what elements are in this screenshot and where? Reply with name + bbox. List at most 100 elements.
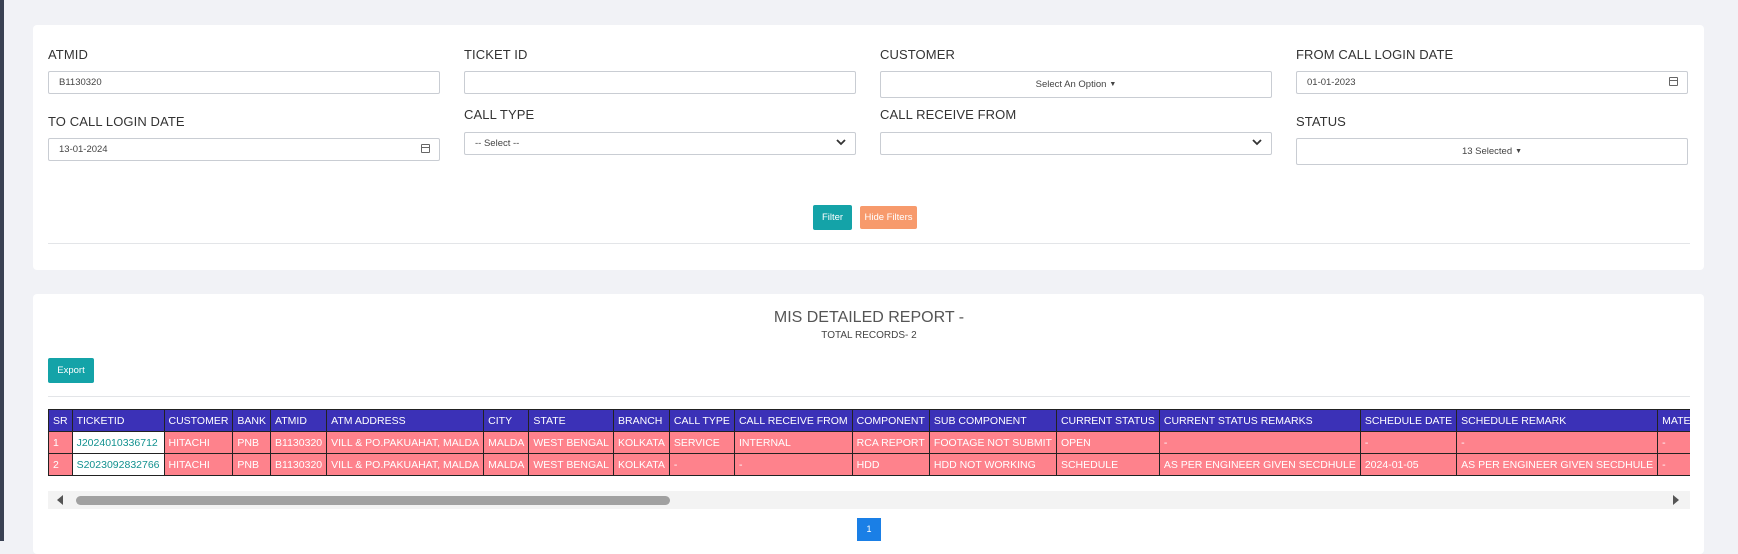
caret-down-icon: ▼ — [1109, 81, 1117, 88]
table-cell: WEST BENGAL — [528, 431, 615, 454]
column-header: CURRENT STATUS — [1055, 409, 1160, 432]
filter-divider — [48, 243, 1690, 244]
total-records: TOTAL RECORDS- 2 — [821, 330, 917, 341]
customer-group: CUSTOMER Select An Option ▼ — [880, 47, 1274, 98]
to-date-value: 13-01-2024 — [59, 144, 108, 155]
column-header: CUSTOMER — [163, 409, 234, 432]
status-group: STATUS 13 Selected ▼ — [1296, 114, 1690, 165]
table-cell: - — [1456, 431, 1659, 454]
column-header: TICKETID — [71, 409, 165, 432]
table-cell: HITACHI — [163, 453, 234, 476]
table-cell: - — [1158, 431, 1361, 454]
scroll-left-arrow-icon[interactable] — [57, 495, 63, 505]
table-cell: OPEN — [1055, 431, 1160, 454]
to-date-label: TO CALL LOGIN DATE — [48, 114, 185, 129]
table-cell: HDD NOT WORKING — [928, 453, 1057, 476]
table-cell: AS PER ENGINEER GIVEN SECDHULE — [1158, 453, 1361, 476]
table-cell: KOLKATA — [613, 453, 670, 476]
scroll-right-arrow-icon[interactable] — [1673, 495, 1679, 505]
table-cell: 2 — [48, 453, 73, 476]
table-cell: S2023092832766 — [71, 453, 165, 476]
table-cell: WEST BENGAL — [528, 453, 615, 476]
status-label: STATUS — [1296, 114, 1346, 129]
report-table: SR TICKETID CUSTOMER BANK ATMID ATM ADDRESS CI… — [48, 409, 1690, 476]
call-type-value: -- Select -- — [475, 138, 520, 149]
customer-label: CUSTOMER — [880, 47, 955, 62]
atmid-input[interactable]: B1130320 — [48, 71, 440, 94]
table-cell: SERVICE — [668, 431, 735, 454]
column-header: SCHEDULE REMARK — [1456, 409, 1659, 432]
caret-down-icon: ▼ — [1515, 148, 1523, 155]
pagination-page-1[interactable]: 1 — [857, 518, 881, 541]
table-cell: - — [1657, 453, 1690, 476]
atmid-group: ATMID B1130320 — [48, 47, 442, 94]
table-cell: SCHEDULE — [1055, 453, 1160, 476]
column-header: ATMID — [270, 409, 328, 432]
report-table-container[interactable]: SR TICKETID CUSTOMER BANK ATMID ATM ADDRESS CI… — [48, 409, 1690, 481]
table-cell: - — [1359, 431, 1458, 454]
column-header: CALL TYPE — [668, 409, 735, 432]
atmid-value: B1130320 — [59, 77, 102, 88]
table-cell: MALDA — [483, 453, 530, 476]
call-type-select[interactable]: -- Select -- — [464, 132, 856, 155]
column-header: ATM ADDRESS — [326, 409, 485, 432]
table-cell: B1130320 — [270, 431, 328, 454]
table-row: 2 S2023092832766 HITACHI PNB B1130320 VILL & … — [48, 453, 1690, 476]
ticket-link[interactable]: J2024010336712 — [77, 437, 158, 449]
table-cell: RCA REPORT — [851, 431, 930, 454]
table-cell: - — [668, 453, 735, 476]
table-cell: PNB — [232, 453, 272, 476]
column-header: CITY — [483, 409, 530, 432]
from-date-label: FROM CALL LOGIN DATE — [1296, 47, 1454, 62]
table-cell: VILL & PO.PAKUAHAT, MALDA — [326, 453, 485, 476]
table-cell: AS PER ENGINEER GIVEN SECDHULE — [1456, 453, 1659, 476]
scrollbar-thumb[interactable] — [76, 496, 670, 505]
customer-multiselect[interactable]: Select An Option ▼ — [880, 71, 1272, 98]
table-row: 1 J2024010336712 HITACHI PNB B1130320 VILL & … — [48, 431, 1690, 454]
table-cell: - — [1657, 431, 1690, 454]
from-date-value: 01-01-2023 — [1307, 77, 1356, 88]
calendar-icon[interactable] — [1669, 77, 1678, 86]
call-receive-from-select[interactable] — [880, 132, 1272, 155]
ticket-id-label: TICKET ID — [464, 47, 528, 62]
table-cell: VILL & PO.PAKUAHAT, MALDA — [326, 431, 485, 454]
left-edge-bar — [0, 0, 4, 541]
table-body: 1 J2024010336712 HITACHI PNB B1130320 VILL & … — [48, 431, 1690, 476]
table-cell: B1130320 — [270, 453, 328, 476]
column-header: CURRENT STATUS REMARKS — [1158, 409, 1361, 432]
column-header: BANK — [232, 409, 272, 432]
report-divider — [48, 396, 1690, 397]
table-cell: KOLKATA — [613, 431, 670, 454]
filter-button[interactable]: Filter — [813, 205, 852, 230]
call-receive-from-label: CALL RECEIVE FROM — [880, 107, 1017, 122]
customer-value: Select An Option — [1035, 79, 1107, 91]
ticket-link[interactable]: S2023092832766 — [77, 459, 160, 471]
table-cell: J2024010336712 — [71, 431, 165, 454]
column-header: CALL RECEIVE FROM — [733, 409, 853, 432]
table-cell: 1 — [48, 431, 73, 454]
call-type-label: CALL TYPE — [464, 107, 535, 122]
calendar-icon[interactable] — [421, 144, 430, 153]
column-header: SCHEDULE DATE — [1359, 409, 1458, 432]
export-button[interactable]: Export — [48, 358, 94, 383]
table-cell: 2024-01-05 — [1359, 453, 1458, 476]
column-header: COMPONENT — [851, 409, 930, 432]
ticket-id-input[interactable] — [464, 71, 856, 94]
chevron-down-icon — [1252, 139, 1262, 146]
report-title: MIS DETAILED REPORT - — [773, 309, 965, 326]
table-cell: - — [733, 453, 853, 476]
column-header: SR — [48, 409, 73, 432]
from-date-group: FROM CALL LOGIN DATE 01-01-2023 — [1296, 47, 1690, 94]
table-header-row: SR TICKETID CUSTOMER BANK ATMID ATM ADDRESS CI… — [48, 409, 1690, 432]
to-date-input[interactable]: 13-01-2024 — [48, 138, 440, 161]
table-cell: PNB — [232, 431, 272, 454]
atmid-label: ATMID — [48, 47, 88, 62]
to-date-group: TO CALL LOGIN DATE 13-01-2024 — [48, 114, 442, 161]
table-cell: FOOTAGE NOT SUBMIT — [928, 431, 1057, 454]
column-header: BRANCH — [613, 409, 670, 432]
status-multiselect[interactable]: 13 Selected ▼ — [1296, 138, 1688, 165]
table-cell: INTERNAL — [733, 431, 853, 454]
from-date-input[interactable]: 01-01-2023 — [1296, 71, 1688, 94]
column-header: SUB COMPONENT — [928, 409, 1057, 432]
hide-filters-button[interactable]: Hide Filters — [860, 206, 917, 229]
